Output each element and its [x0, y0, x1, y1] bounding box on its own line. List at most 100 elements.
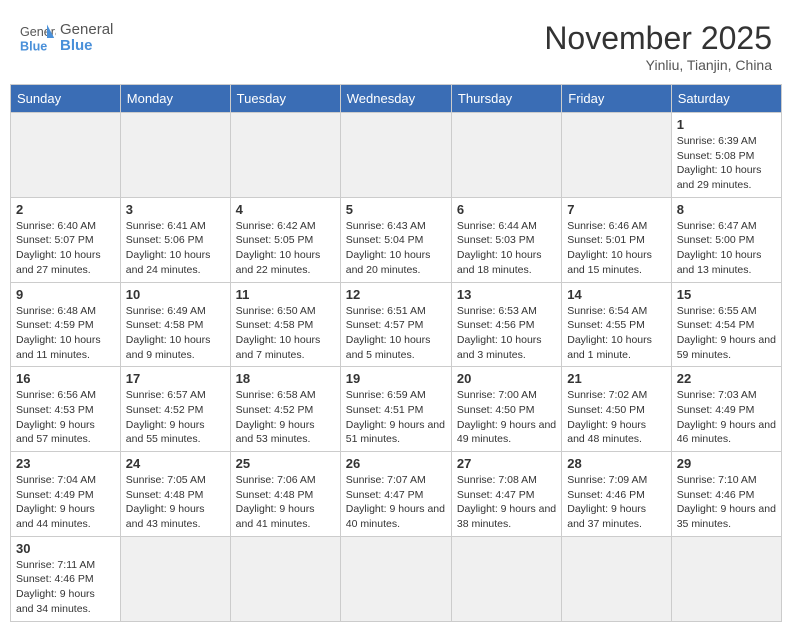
day-number: 26 [346, 456, 446, 471]
day-cell: 27Sunrise: 7:08 AM Sunset: 4:47 PM Dayli… [451, 452, 561, 537]
day-cell: 19 Sunrise: 6:59 AM Sunset: 4:51 PM Dayli… [340, 367, 451, 452]
day-number: 15 [677, 287, 776, 302]
day-info: Sunrise: 6:53 AM Sunset: 4:56 PM Dayligh… [457, 304, 556, 363]
week-row-4: 16Sunrise: 6:56 AM Sunset: 4:53 PM Dayli… [11, 367, 782, 452]
day-cell: 2Sunrise: 6:40 AM Sunset: 5:07 PM Daylig… [11, 197, 121, 282]
day-number: 12 [346, 287, 446, 302]
day-number: 1 [677, 117, 776, 132]
day-number: 21 [567, 371, 665, 386]
logo-blue-text: Blue [60, 38, 113, 55]
day-number: 20 [457, 371, 556, 386]
day-info: Sunrise: 7:00 AM Sunset: 4:50 PM Dayligh… [457, 388, 556, 447]
day-cell [671, 536, 781, 621]
day-number: 10 [126, 287, 225, 302]
day-cell: 3 Sunrise: 6:41 AM Sunset: 5:06 PM Daylig… [120, 197, 230, 282]
day-info: Sunrise: 6:41 AM Sunset: 5:06 PM Dayligh… [126, 219, 225, 278]
day-cell: 9 Sunrise: 6:48 AM Sunset: 4:59 PM Daylig… [11, 282, 121, 367]
day-cell: 17 Sunrise: 6:57 AM Sunset: 4:52 PM Dayli… [120, 367, 230, 452]
day-cell: 1 Sunrise: 6:39 AM Sunset: 5:08 PM Daylig… [671, 113, 781, 198]
day-number: 9 [16, 287, 115, 302]
day-cell: 5 Sunrise: 6:43 AM Sunset: 5:04 PM Daylig… [340, 197, 451, 282]
day-number: 24 [126, 456, 225, 471]
day-cell: 24 Sunrise: 7:05 AM Sunset: 4:48 PM Dayli… [120, 452, 230, 537]
day-cell: 20 Sunrise: 7:00 AM Sunset: 4:50 PM Dayli… [451, 367, 561, 452]
weekday-header-row: SundayMondayTuesdayWednesdayThursdayFrid… [11, 85, 782, 113]
title-block: November 2025 Yinliu, Tianjin, China [544, 20, 772, 73]
day-number: 11 [236, 287, 335, 302]
day-cell: 6Sunrise: 6:44 AM Sunset: 5:03 PM Daylig… [451, 197, 561, 282]
day-info: Sunrise: 7:04 AM Sunset: 4:49 PM Dayligh… [16, 473, 115, 532]
day-number: 5 [346, 202, 446, 217]
day-cell [11, 113, 121, 198]
day-number: 19 [346, 371, 446, 386]
day-info: Sunrise: 7:05 AM Sunset: 4:48 PM Dayligh… [126, 473, 225, 532]
day-info: Sunrise: 6:47 AM Sunset: 5:00 PM Dayligh… [677, 219, 776, 278]
week-row-1: 1 Sunrise: 6:39 AM Sunset: 5:08 PM Daylig… [11, 113, 782, 198]
day-number: 25 [236, 456, 335, 471]
week-row-6: 30 Sunrise: 7:11 AM Sunset: 4:46 PM Dayli… [11, 536, 782, 621]
day-info: Sunrise: 7:02 AM Sunset: 4:50 PM Dayligh… [567, 388, 665, 447]
day-number: 14 [567, 287, 665, 302]
day-cell [562, 113, 671, 198]
day-info: Sunrise: 7:09 AM Sunset: 4:46 PM Dayligh… [567, 473, 665, 532]
svg-text:Blue: Blue [20, 40, 47, 54]
day-info: Sunrise: 7:06 AM Sunset: 4:48 PM Dayligh… [236, 473, 335, 532]
day-cell: 15 Sunrise: 6:55 AM Sunset: 4:54 PM Dayli… [671, 282, 781, 367]
day-number: 28 [567, 456, 665, 471]
day-info: Sunrise: 6:57 AM Sunset: 4:52 PM Dayligh… [126, 388, 225, 447]
day-info: Sunrise: 6:43 AM Sunset: 5:04 PM Dayligh… [346, 219, 446, 278]
day-cell: 7 Sunrise: 6:46 AM Sunset: 5:01 PM Daylig… [562, 197, 671, 282]
weekday-header-tuesday: Tuesday [230, 85, 340, 113]
month-title: November 2025 [544, 20, 772, 57]
weekday-header-sunday: Sunday [11, 85, 121, 113]
day-number: 30 [16, 541, 115, 556]
day-cell: 13Sunrise: 6:53 AM Sunset: 4:56 PM Dayli… [451, 282, 561, 367]
day-number: 4 [236, 202, 335, 217]
week-row-5: 23Sunrise: 7:04 AM Sunset: 4:49 PM Dayli… [11, 452, 782, 537]
day-cell [340, 536, 451, 621]
day-cell: 16Sunrise: 6:56 AM Sunset: 4:53 PM Dayli… [11, 367, 121, 452]
day-info: Sunrise: 6:58 AM Sunset: 4:52 PM Dayligh… [236, 388, 335, 447]
day-number: 7 [567, 202, 665, 217]
day-info: Sunrise: 6:40 AM Sunset: 5:07 PM Dayligh… [16, 219, 115, 278]
weekday-header-monday: Monday [120, 85, 230, 113]
day-number: 17 [126, 371, 225, 386]
day-cell: 10Sunrise: 6:49 AM Sunset: 4:58 PM Dayli… [120, 282, 230, 367]
day-info: Sunrise: 6:50 AM Sunset: 4:58 PM Dayligh… [236, 304, 335, 363]
weekday-header-friday: Friday [562, 85, 671, 113]
day-cell [230, 536, 340, 621]
day-info: Sunrise: 7:11 AM Sunset: 4:46 PM Dayligh… [16, 558, 115, 617]
day-info: Sunrise: 6:59 AM Sunset: 4:51 PM Dayligh… [346, 388, 446, 447]
day-cell: 21 Sunrise: 7:02 AM Sunset: 4:50 PM Dayli… [562, 367, 671, 452]
day-info: Sunrise: 6:56 AM Sunset: 4:53 PM Dayligh… [16, 388, 115, 447]
day-cell: 18Sunrise: 6:58 AM Sunset: 4:52 PM Dayli… [230, 367, 340, 452]
day-cell: 12 Sunrise: 6:51 AM Sunset: 4:57 PM Dayli… [340, 282, 451, 367]
day-cell: 11 Sunrise: 6:50 AM Sunset: 4:58 PM Dayli… [230, 282, 340, 367]
day-info: Sunrise: 6:44 AM Sunset: 5:03 PM Dayligh… [457, 219, 556, 278]
day-cell [562, 536, 671, 621]
day-info: Sunrise: 6:51 AM Sunset: 4:57 PM Dayligh… [346, 304, 446, 363]
day-cell [120, 113, 230, 198]
day-cell: 26Sunrise: 7:07 AM Sunset: 4:47 PM Dayli… [340, 452, 451, 537]
day-number: 8 [677, 202, 776, 217]
weekday-header-thursday: Thursday [451, 85, 561, 113]
day-info: Sunrise: 6:39 AM Sunset: 5:08 PM Dayligh… [677, 134, 776, 193]
day-info: Sunrise: 6:42 AM Sunset: 5:05 PM Dayligh… [236, 219, 335, 278]
day-cell: 29 Sunrise: 7:10 AM Sunset: 4:46 PM Dayli… [671, 452, 781, 537]
day-number: 27 [457, 456, 556, 471]
day-number: 3 [126, 202, 225, 217]
day-info: Sunrise: 6:46 AM Sunset: 5:01 PM Dayligh… [567, 219, 665, 278]
week-row-3: 9 Sunrise: 6:48 AM Sunset: 4:59 PM Daylig… [11, 282, 782, 367]
weekday-header-saturday: Saturday [671, 85, 781, 113]
day-info: Sunrise: 6:48 AM Sunset: 4:59 PM Dayligh… [16, 304, 115, 363]
day-info: Sunrise: 6:54 AM Sunset: 4:55 PM Dayligh… [567, 304, 665, 363]
week-row-2: 2Sunrise: 6:40 AM Sunset: 5:07 PM Daylig… [11, 197, 782, 282]
day-cell: 28 Sunrise: 7:09 AM Sunset: 4:46 PM Dayli… [562, 452, 671, 537]
day-info: Sunrise: 7:10 AM Sunset: 4:46 PM Dayligh… [677, 473, 776, 532]
day-number: 29 [677, 456, 776, 471]
day-number: 22 [677, 371, 776, 386]
day-cell [340, 113, 451, 198]
day-cell: 4 Sunrise: 6:42 AM Sunset: 5:05 PM Daylig… [230, 197, 340, 282]
day-cell [230, 113, 340, 198]
day-info: Sunrise: 6:55 AM Sunset: 4:54 PM Dayligh… [677, 304, 776, 363]
